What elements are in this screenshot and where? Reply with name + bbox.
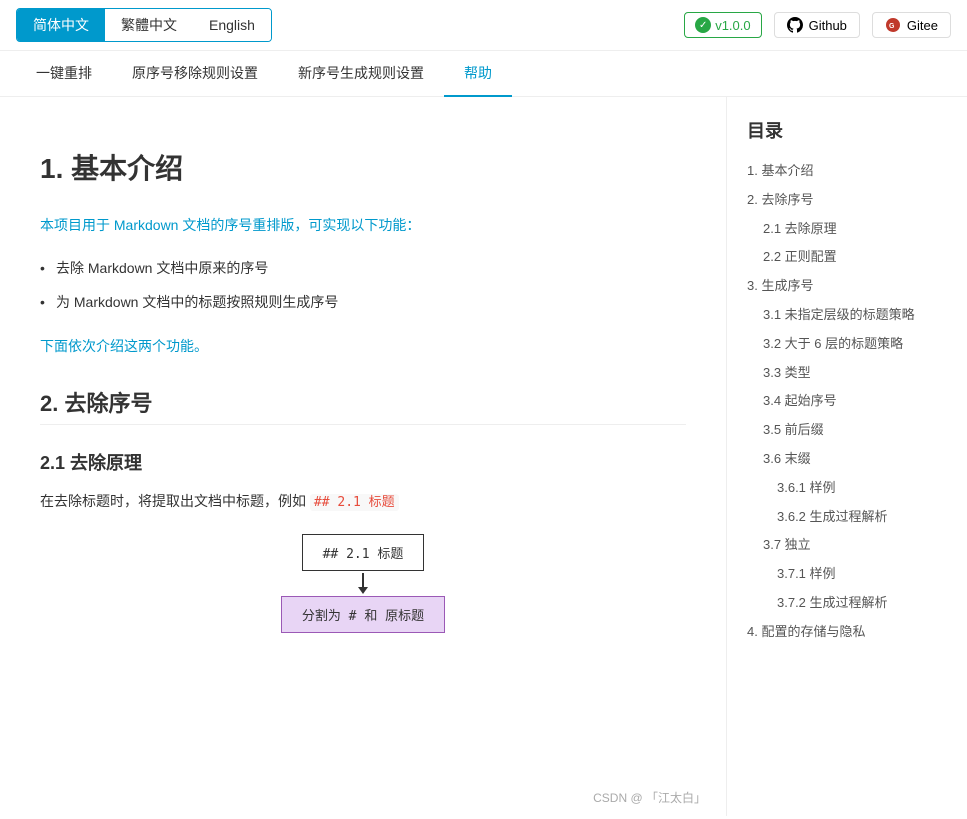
toc-item[interactable]: 3.4 起始序号 [747, 387, 947, 416]
main-layout: 1. 基本介绍 本项目用于 Markdown 文档的序号重排版，可实现以下功能：… [0, 97, 967, 816]
section-1-title: 1. 基本介绍 [40, 147, 686, 195]
header-right: ✓ v1.0.0 Github G Gitee [684, 12, 951, 38]
toc-title: 目录 [747, 117, 947, 143]
nav-item-remove-rules[interactable]: 原序号移除规则设置 [112, 51, 278, 97]
feature-item-1: 去除 Markdown 文档中原来的序号 [40, 252, 686, 286]
sidebar: 目录 1. 基本介绍2. 去除序号2.1 去除原理2.2 正则配置3. 生成序号… [727, 97, 967, 816]
nav-item-reorder[interactable]: 一键重排 [16, 51, 112, 97]
arrow-line [362, 573, 364, 587]
diagram-box-2: 分割为 # 和 原标题 [281, 596, 445, 633]
toc-item[interactable]: 2.1 去除原理 [747, 215, 947, 244]
section-desc: 在去除标题时，将提取出文档中标题，例如 ## 2.1 标题 [40, 489, 686, 514]
header: 简体中文 繁體中文 English ✓ v1.0.0 Github G Gite… [0, 0, 967, 51]
lang-tab-simplified[interactable]: 简体中文 [17, 9, 105, 41]
toc-item[interactable]: 3.7.1 样例 [747, 560, 947, 589]
svg-text:G: G [889, 23, 895, 30]
watermark: CSDN @ 「江太白」 [573, 779, 726, 816]
arrow-head [358, 587, 368, 594]
toc-item[interactable]: 2. 去除序号 [747, 186, 947, 215]
gitee-icon: G [885, 17, 901, 33]
content-area: 1. 基本介绍 本项目用于 Markdown 文档的序号重排版，可实现以下功能：… [0, 97, 727, 816]
nav-bar: 一键重排 原序号移除规则设置 新序号生成规则设置 帮助 [0, 51, 967, 97]
toc-item[interactable]: 1. 基本介绍 [747, 157, 947, 186]
toc-list: 1. 基本介绍2. 去除序号2.1 去除原理2.2 正则配置3. 生成序号3.1… [747, 157, 947, 647]
github-button[interactable]: Github [774, 12, 860, 38]
gitee-button[interactable]: G Gitee [872, 12, 951, 38]
diagram: ## 2.1 标题 分割为 # 和 原标题 [40, 534, 686, 633]
github-label: Github [809, 18, 847, 33]
toc-item[interactable]: 3.7 独立 [747, 531, 947, 560]
lang-tab-traditional[interactable]: 繁體中文 [105, 9, 193, 41]
diagram-box-1: ## 2.1 标题 [302, 534, 425, 571]
section-2-1-title: 2.1 去除原理 [40, 449, 686, 475]
language-tabs: 简体中文 繁體中文 English [16, 8, 272, 42]
gitee-label: Gitee [907, 18, 938, 33]
toc-item[interactable]: 3.6 末缀 [747, 445, 947, 474]
toc-item[interactable]: 3.1 未指定层级的标题策略 [747, 301, 947, 330]
github-icon [787, 17, 803, 33]
toc-item[interactable]: 3.2 大于 6 层的标题策略 [747, 330, 947, 359]
version-badge: ✓ v1.0.0 [684, 12, 761, 38]
follow-text: 下面依次介绍这两个功能。 [40, 336, 686, 356]
toc-item[interactable]: 3. 生成序号 [747, 272, 947, 301]
toc-item[interactable]: 3.6.1 样例 [747, 474, 947, 503]
toc-item[interactable]: 3.5 前后缀 [747, 416, 947, 445]
feature-list: 去除 Markdown 文档中原来的序号 为 Markdown 文档中的标题按照… [40, 252, 686, 320]
diagram-arrow [358, 573, 368, 594]
toc-item[interactable]: 3.3 类型 [747, 359, 947, 388]
toc-item[interactable]: 3.7.2 生成过程解析 [747, 589, 947, 618]
version-label: v1.0.0 [715, 18, 750, 33]
feature-item-2: 为 Markdown 文档中的标题按照规则生成序号 [40, 286, 686, 320]
nav-item-generate-rules[interactable]: 新序号生成规则设置 [278, 51, 444, 97]
inline-code-example: ## 2.1 标题 [310, 494, 399, 511]
check-icon: ✓ [695, 17, 711, 33]
toc-item[interactable]: 3.6.2 生成过程解析 [747, 503, 947, 532]
intro-text: 本项目用于 Markdown 文档的序号重排版，可实现以下功能： [40, 213, 686, 238]
toc-item[interactable]: 4. 配置的存储与隐私 [747, 618, 947, 647]
desc-text-content: 在去除标题时，将提取出文档中标题，例如 [40, 493, 306, 509]
section-2-title: 2. 去除序号 [40, 386, 686, 425]
nav-item-help[interactable]: 帮助 [444, 51, 512, 97]
toc-item[interactable]: 2.2 正则配置 [747, 243, 947, 272]
lang-tab-english[interactable]: English [193, 9, 271, 41]
